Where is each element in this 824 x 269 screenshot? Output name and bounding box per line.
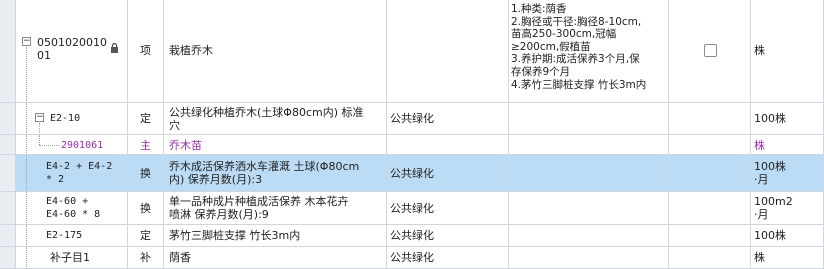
name-cell[interactable]: 公共绿化种植乔木(土球Φ80cm内) 标准 穴 bbox=[164, 103, 387, 134]
checkbox-cell[interactable] bbox=[669, 155, 751, 191]
features-cell[interactable] bbox=[509, 192, 669, 224]
item-code: 0501020010 01 bbox=[37, 36, 107, 62]
collapse-icon[interactable]: − bbox=[35, 113, 44, 122]
unit-cell[interactable]: 100株 bbox=[751, 103, 824, 134]
type-cell: 补 bbox=[128, 247, 164, 268]
unit-cell[interactable]: 株 bbox=[751, 0, 824, 102]
checkbox-cell[interactable] bbox=[669, 103, 751, 134]
row-header-cell bbox=[0, 0, 16, 102]
table-row[interactable]: 补子目1 补 荫香 公共绿化 株 bbox=[0, 247, 824, 269]
type-cell: 主 bbox=[128, 135, 164, 154]
code-cell[interactable]: 补子目1 bbox=[16, 247, 128, 268]
name-cell[interactable]: 单一品种成片种植成活保养 木本花卉 喷淋 保养月数(月):9 bbox=[164, 192, 387, 224]
type-cell: 定 bbox=[128, 225, 164, 246]
unit-cell[interactable]: 100m2 ·月 bbox=[751, 192, 824, 224]
tree-line bbox=[26, 247, 27, 268]
features-cell[interactable] bbox=[509, 155, 669, 191]
table-row[interactable]: E4-60 + E4-60 * 8 换 单一品种成片种植成活保养 木本花卉 喷淋… bbox=[0, 192, 824, 225]
row-header-cell bbox=[0, 192, 16, 224]
type-cell: 换 bbox=[128, 155, 164, 191]
lock-icon bbox=[111, 43, 118, 53]
spec-cell[interactable] bbox=[387, 135, 509, 154]
name-cell[interactable]: 栽植乔木 bbox=[164, 0, 387, 102]
features-cell[interactable] bbox=[509, 135, 669, 154]
checkbox-cell[interactable] bbox=[669, 135, 751, 154]
checkbox-cell[interactable] bbox=[669, 247, 751, 268]
name-cell[interactable]: 茅竹三脚桩支撑 竹长3m内 bbox=[164, 225, 387, 246]
features-cell[interactable] bbox=[509, 225, 669, 246]
tree-line bbox=[39, 123, 40, 134]
item-features: 1.种类:荫香 2.胸径或干径:胸径8-10cm, 苗高250-300cm,冠幅… bbox=[511, 3, 647, 91]
spec-cell[interactable] bbox=[387, 0, 509, 102]
type-cell: 定 bbox=[128, 103, 164, 134]
unit-cell[interactable]: 100株 bbox=[751, 225, 824, 246]
name-cell[interactable]: 荫香 bbox=[164, 247, 387, 268]
table-row[interactable]: 2901061 主 乔木苗 株 bbox=[0, 135, 824, 155]
code-cell[interactable]: − 0501020010 01 bbox=[16, 0, 128, 102]
table-row[interactable]: E2-175 定 茅竹三脚桩支撑 竹长3m内 公共绿化 100株 bbox=[0, 225, 824, 247]
tree-line bbox=[39, 135, 40, 145]
unit-cell[interactable]: 株 bbox=[751, 135, 824, 154]
table-row-item[interactable]: − 0501020010 01 项 栽植乔木 1.种类:荫香 2.胸径或干径:胸… bbox=[0, 0, 824, 103]
spec-cell[interactable]: 公共绿化 bbox=[387, 225, 509, 246]
unit-cell[interactable]: 株 bbox=[751, 247, 824, 268]
code-cell[interactable]: E4-60 + E4-60 * 8 bbox=[16, 192, 128, 224]
code-cell[interactable]: − E2-10 bbox=[16, 103, 128, 134]
type-cell: 项 bbox=[128, 0, 164, 102]
code-cell[interactable]: E4-2 + E4-2 * 2 bbox=[16, 155, 128, 191]
tree-line bbox=[26, 192, 27, 224]
name-cell[interactable]: 乔木成活保养洒水车灌溉 土球(Φ80cm 内) 保养月数(月):3 bbox=[164, 155, 387, 191]
features-cell[interactable] bbox=[509, 103, 669, 134]
spec-cell[interactable]: 公共绿化 bbox=[387, 192, 509, 224]
code-cell[interactable]: E2-175 bbox=[16, 225, 128, 246]
collapse-icon[interactable]: − bbox=[22, 37, 31, 46]
table-row-selected[interactable]: E4-2 + E4-2 * 2 换 乔木成活保养洒水车灌溉 土球(Φ80cm 内… bbox=[0, 155, 824, 192]
row-header-cell bbox=[0, 135, 16, 154]
tree-line bbox=[26, 155, 27, 191]
checkbox-cell[interactable] bbox=[669, 0, 751, 102]
name-cell[interactable]: 乔木苗 bbox=[164, 135, 387, 154]
spec-cell[interactable]: 公共绿化 bbox=[387, 247, 509, 268]
features-cell[interactable]: 1.种类:荫香 2.胸径或干径:胸径8-10cm, 苗高250-300cm,冠幅… bbox=[509, 0, 669, 102]
row-header-cell bbox=[0, 225, 16, 246]
code-cell[interactable]: 2901061 bbox=[16, 135, 128, 154]
features-cell[interactable] bbox=[509, 247, 669, 268]
tree-line bbox=[26, 103, 27, 134]
spec-cell[interactable]: 公共绿化 bbox=[387, 103, 509, 134]
item-name: 栽植乔木 bbox=[169, 44, 213, 57]
row-header-cell bbox=[0, 247, 16, 268]
type-cell: 换 bbox=[128, 192, 164, 224]
row-header-cell bbox=[0, 103, 16, 134]
spec-cell[interactable]: 公共绿化 bbox=[387, 155, 509, 191]
row-header-cell bbox=[0, 155, 16, 191]
unit-cell[interactable]: 100株 ·月 bbox=[751, 155, 824, 191]
tree-line bbox=[26, 225, 27, 246]
tree-line bbox=[39, 145, 59, 146]
bill-grid: − 0501020010 01 项 栽植乔木 1.种类:荫香 2.胸径或干径:胸… bbox=[0, 0, 824, 269]
tree-line bbox=[26, 135, 27, 154]
checkbox-icon[interactable] bbox=[704, 44, 717, 57]
checkbox-cell[interactable] bbox=[669, 225, 751, 246]
tree-line bbox=[26, 47, 27, 102]
table-row[interactable]: − E2-10 定 公共绿化种植乔木(土球Φ80cm内) 标准 穴 公共绿化 1… bbox=[0, 103, 824, 135]
checkbox-cell[interactable] bbox=[669, 192, 751, 224]
